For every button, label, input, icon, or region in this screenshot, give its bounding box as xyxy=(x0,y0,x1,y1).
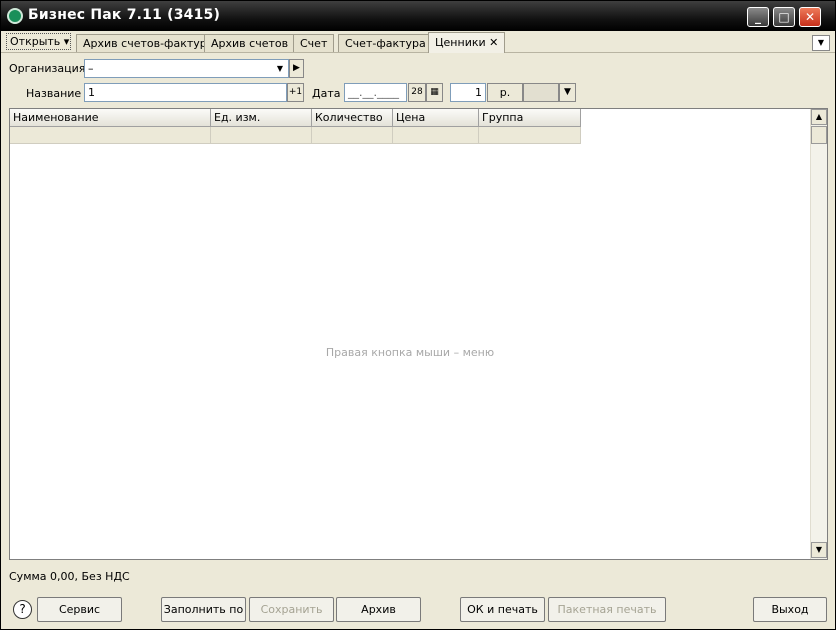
context-menu-hint: Правая кнопка мыши – меню xyxy=(325,346,495,359)
chevron-down-icon[interactable]: ▼ xyxy=(559,83,576,102)
tab-invoice-archive[interactable]: Архив счетов-фактур xyxy=(76,34,214,52)
column-header[interactable]: Количество xyxy=(312,109,393,127)
tab-price-tags[interactable]: Ценники ✕ xyxy=(428,32,506,53)
quantity-field[interactable]: 1 xyxy=(450,83,486,102)
tab-bill[interactable]: Счет xyxy=(293,34,335,52)
calendar-day-button[interactable]: 28 xyxy=(408,83,426,102)
calendar-icon[interactable]: ▦ xyxy=(426,83,443,102)
tab-price-tags-label: Ценники xyxy=(435,36,486,49)
date-field[interactable]: __.__.____ xyxy=(344,83,407,102)
column-header[interactable]: Наименование xyxy=(10,109,211,127)
organization-value: – xyxy=(88,62,94,75)
column-header[interactable]: Цена xyxy=(393,109,479,127)
column-header[interactable]: Группа xyxy=(479,109,581,127)
minimize-button[interactable]: _ xyxy=(747,7,769,27)
tabs-menu-arrow-icon[interactable]: ▼ xyxy=(812,35,830,51)
scroll-thumb[interactable] xyxy=(811,126,827,144)
organization-select[interactable]: – ▼ xyxy=(84,59,289,78)
scroll-up-icon[interactable]: ▲ xyxy=(811,109,827,125)
batch-print-button[interactable]: Пакетная печать xyxy=(548,597,666,622)
table-cell[interactable] xyxy=(479,127,581,144)
column-header[interactable]: Ед. изм. xyxy=(211,109,312,127)
chevron-down-icon: ▼ xyxy=(276,64,283,73)
organization-label: Организация xyxy=(9,62,86,75)
date-label: Дата xyxy=(312,87,341,100)
scroll-down-icon[interactable]: ▼ xyxy=(811,542,827,558)
grid-header: Наименование Ед. изм. Количество Цена Гр… xyxy=(10,109,581,127)
help-icon[interactable]: ? xyxy=(13,600,32,619)
chevron-down-icon: ▾ xyxy=(63,35,70,48)
currency-select[interactable] xyxy=(523,83,559,102)
tab-invoice[interactable]: Счет-фактура xyxy=(338,34,433,52)
title-bar: Бизнес Пак 7.11 (3415) _ □ ✕ xyxy=(1,1,835,31)
save-button[interactable]: Сохранить xyxy=(249,597,334,622)
items-grid[interactable]: Наименование Ед. изм. Количество Цена Гр… xyxy=(9,108,828,560)
name-label: Название xyxy=(26,87,82,100)
organization-go-button[interactable]: ▶ xyxy=(289,59,304,78)
vertical-scrollbar[interactable]: ▲ ▼ xyxy=(810,109,827,559)
app-logo-icon xyxy=(7,8,23,24)
window-title: Бизнес Пак 7.11 (3415) xyxy=(28,7,221,23)
tab-close-icon[interactable]: ✕ xyxy=(489,36,498,49)
tab-strip: Открыть ▾ Архив счетов-фактур Архив счет… xyxy=(1,31,835,53)
table-cell[interactable] xyxy=(10,127,211,144)
open-menu-button[interactable]: Открыть ▾ xyxy=(6,33,71,50)
table-row[interactable] xyxy=(10,127,581,144)
service-button[interactable]: Сервис xyxy=(37,597,122,622)
open-label: Открыть xyxy=(10,35,61,48)
name-field[interactable]: 1 xyxy=(84,83,287,102)
currency-label: р. xyxy=(487,83,523,102)
table-cell[interactable] xyxy=(393,127,479,144)
app-window: Бизнес Пак 7.11 (3415) _ □ ✕ Открыть ▾ А… xyxy=(0,0,836,630)
table-cell[interactable] xyxy=(211,127,312,144)
fill-by-button[interactable]: Заполнить по xyxy=(161,597,246,622)
close-button[interactable]: ✕ xyxy=(799,7,821,27)
exit-button[interactable]: Выход xyxy=(753,597,827,622)
ok-print-button[interactable]: ОК и печать xyxy=(460,597,545,622)
table-cell[interactable] xyxy=(312,127,393,144)
increment-button[interactable]: +1 xyxy=(287,83,304,102)
archive-button[interactable]: Архив xyxy=(336,597,421,622)
tab-bills-archive[interactable]: Архив счетов xyxy=(204,34,296,52)
sum-status: Сумма 0,00, Без НДС xyxy=(9,570,130,583)
maximize-button[interactable]: □ xyxy=(773,7,795,27)
